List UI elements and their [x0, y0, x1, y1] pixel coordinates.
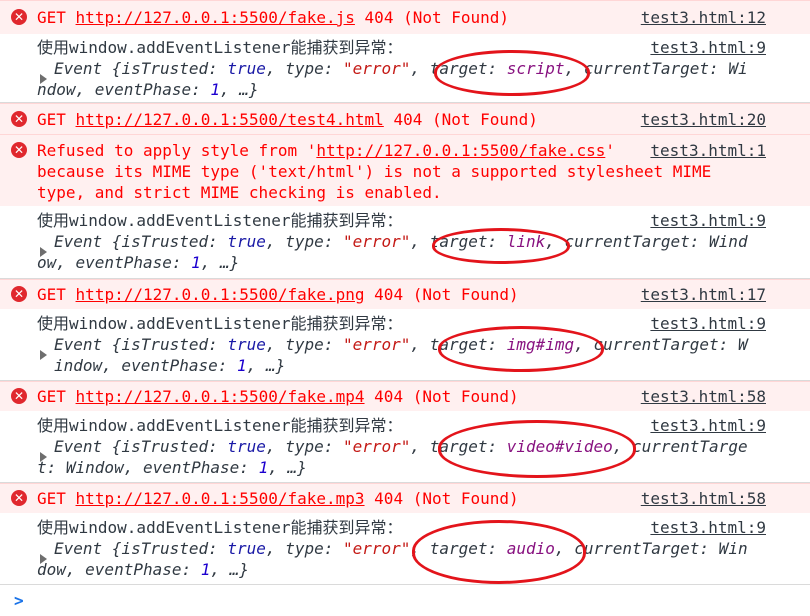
source-link[interactable]: test3.html:58: [641, 386, 766, 407]
log-message: 使用window.addEventListener能捕获到异常：: [37, 211, 403, 230]
error-icon: ✕: [11, 388, 27, 404]
event-object-preview-cont: t: Window, eventPhase: 1, …}: [37, 458, 307, 477]
expand-triangle-icon[interactable]: [40, 350, 47, 360]
event-object-preview[interactable]: Event {isTrusted: true, type: "error", t…: [54, 231, 748, 252]
log-message: 使用window.addEventListener能捕获到异常：: [37, 38, 403, 57]
console-input[interactable]: [34, 588, 794, 612]
console-prompt-icon[interactable]: >: [14, 590, 24, 611]
resource-url-link[interactable]: http://127.0.0.1:5500/test4.html: [76, 110, 384, 129]
log-message: 使用window.addEventListener能捕获到异常：: [37, 416, 403, 435]
error-message: GET http://127.0.0.1:5500/fake.png 404 (…: [37, 285, 519, 304]
console-error-row: ✕ GET http://127.0.0.1:5500/fake.mp4 404…: [0, 381, 810, 412]
error-message-line1: Refused to apply style from 'http://127.…: [37, 141, 615, 160]
source-link[interactable]: test3.html:20: [641, 109, 766, 130]
console-error-row: ✕ GET http://127.0.0.1:5500/fake.js 404 …: [0, 0, 810, 35]
console-error-row: ✕ GET http://127.0.0.1:5500/fake.mp3 404…: [0, 483, 810, 514]
source-link[interactable]: test3.html:9: [650, 210, 766, 231]
event-object-preview[interactable]: Event {isTrusted: true, type: "error", t…: [54, 58, 748, 79]
event-object-preview[interactable]: Event {isTrusted: true, type: "error", t…: [54, 436, 748, 457]
console-log-row: 使用window.addEventListener能捕获到异常： test3.h…: [0, 411, 810, 483]
console-error-row: ✕ GET http://127.0.0.1:5500/test4.html 4…: [0, 103, 810, 135]
error-icon: ✕: [11, 490, 27, 506]
event-object-preview-cont: ow, eventPhase: 1, …}: [37, 253, 240, 272]
resource-url-link[interactable]: http://127.0.0.1:5500/fake.mp4: [76, 387, 365, 406]
source-link[interactable]: test3.html:9: [650, 415, 766, 436]
console-log-row: 使用window.addEventListener能捕获到异常： test3.h…: [0, 206, 810, 279]
source-link[interactable]: test3.html:12: [641, 7, 766, 28]
resource-url-link[interactable]: http://127.0.0.1:5500/fake.mp3: [76, 489, 365, 508]
source-link[interactable]: test3.html:1: [650, 140, 766, 161]
error-icon: ✕: [11, 286, 27, 302]
event-object-preview-cont: ndow, eventPhase: 1, …}: [37, 80, 259, 99]
resource-url-link[interactable]: http://127.0.0.1:5500/fake.js: [76, 8, 355, 27]
event-object-preview-cont: dow, eventPhase: 1, …}: [37, 560, 249, 579]
error-icon: ✕: [11, 142, 27, 158]
resource-url-link[interactable]: http://127.0.0.1:5500/fake.css: [316, 141, 605, 160]
error-icon: ✕: [11, 9, 27, 25]
source-link[interactable]: test3.html:9: [650, 517, 766, 538]
source-link[interactable]: test3.html:9: [650, 313, 766, 334]
console-log-row: 使用window.addEventListener能捕获到异常： test3.h…: [0, 34, 810, 103]
error-message-line2: because its MIME type ('text/html') is n…: [37, 162, 712, 181]
error-message-line3: type, and strict MIME checking is enable…: [37, 183, 442, 202]
source-link[interactable]: test3.html:58: [641, 488, 766, 509]
error-message: GET http://127.0.0.1:5500/fake.mp3 404 (…: [37, 489, 519, 508]
error-message: GET http://127.0.0.1:5500/fake.mp4 404 (…: [37, 387, 519, 406]
resource-url-link[interactable]: http://127.0.0.1:5500/fake.png: [76, 285, 365, 304]
event-object-preview[interactable]: Event {isTrusted: true, type: "error", t…: [54, 538, 748, 559]
log-message: 使用window.addEventListener能捕获到异常：: [37, 518, 403, 537]
log-message: 使用window.addEventListener能捕获到异常：: [37, 314, 403, 333]
console-error-row: ✕ GET http://127.0.0.1:5500/fake.png 404…: [0, 279, 810, 310]
source-link[interactable]: test3.html:9: [650, 37, 766, 58]
error-message: GET http://127.0.0.1:5500/fake.js 404 (N…: [37, 8, 510, 27]
error-message: GET http://127.0.0.1:5500/test4.html 404…: [37, 110, 538, 129]
event-object-preview[interactable]: Event {isTrusted: true, type: "error", t…: [54, 334, 748, 355]
source-link[interactable]: test3.html:17: [641, 284, 766, 305]
event-object-preview-cont: indow, eventPhase: 1, …}: [54, 356, 286, 375]
error-icon: ✕: [11, 111, 27, 127]
console-log-row: 使用window.addEventListener能捕获到异常： test3.h…: [0, 513, 810, 585]
console-log-row: 使用window.addEventListener能捕获到异常： test3.h…: [0, 309, 810, 381]
console-error-row: ✕ Refused to apply style from 'http://12…: [0, 134, 810, 207]
